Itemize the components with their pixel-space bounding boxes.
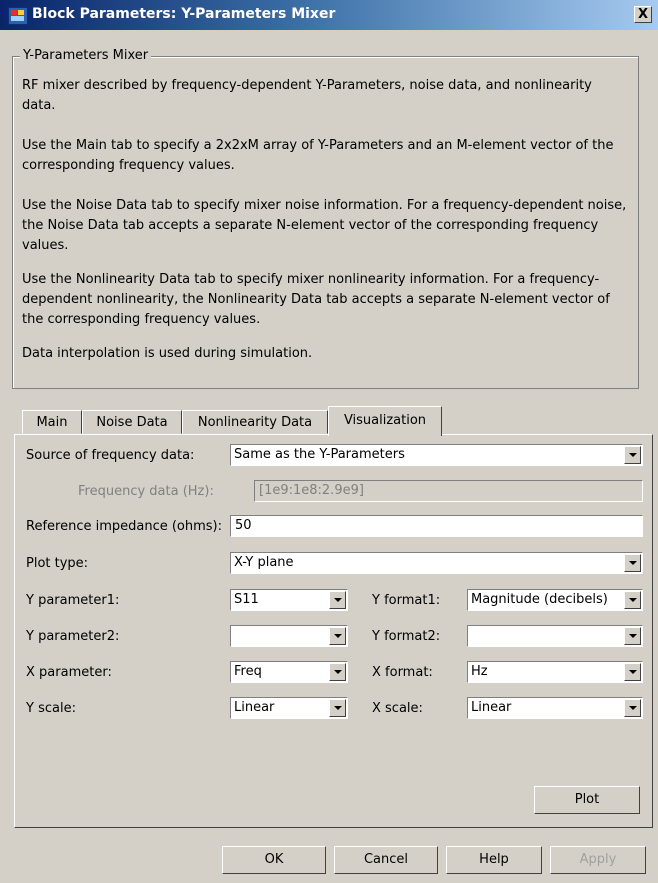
description-paragraph-5: Data interpolation is used during simula…	[22, 344, 632, 364]
x-parameter-select[interactable]: Freq	[230, 661, 348, 683]
simulink-block-icon	[8, 7, 28, 25]
desc-line: RF mixer described by frequency-dependen…	[22, 78, 592, 93]
description-paragraph-1: RF mixer described by frequency-dependen…	[22, 76, 632, 116]
x-scale-label: X scale:	[372, 701, 423, 716]
y-format2-select[interactable]	[467, 625, 643, 647]
y-parameter2-select[interactable]	[230, 625, 348, 647]
desc-line: dependent nonlinearity, the Nonlinearity…	[22, 292, 610, 307]
reference-impedance-field[interactable]: 50	[230, 515, 643, 537]
x-format-label: X format:	[372, 665, 433, 680]
x-format-select[interactable]: Hz	[467, 661, 643, 683]
window-title: Block Parameters: Y-Parameters Mixer	[32, 6, 336, 22]
desc-line: data.	[22, 98, 56, 113]
y-scale-label: Y scale:	[26, 701, 76, 716]
x-parameter-label: X parameter:	[26, 665, 112, 680]
y-format1-label: Y format1:	[372, 593, 441, 608]
desc-line: Use the Noise Data tab to specify mixer …	[22, 198, 627, 213]
tab-main[interactable]: Main	[22, 410, 82, 434]
chevron-down-icon[interactable]	[329, 627, 346, 645]
y-parameter2-label: Y parameter2:	[26, 629, 120, 644]
chevron-down-icon[interactable]	[329, 591, 346, 609]
description-paragraph-3: Use the Noise Data tab to specify mixer …	[22, 196, 632, 256]
source-frequency-label: Source of frequency data:	[26, 448, 195, 463]
tab-noise-data[interactable]: Noise Data	[82, 410, 182, 434]
source-frequency-select[interactable]: Same as the Y-Parameters	[230, 444, 643, 466]
desc-line: Data interpolation is used during simula…	[22, 346, 313, 361]
desc-line: the corresponding frequency values.	[22, 312, 261, 327]
frequency-data-value: [1e9:1e8:2.9e9]	[259, 483, 364, 498]
y-scale-select[interactable]: Linear	[230, 697, 348, 719]
x-scale-select[interactable]: Linear	[467, 697, 643, 719]
desc-line: corresponding frequency values.	[22, 158, 235, 173]
y-parameter1-value: S11	[234, 592, 259, 607]
description-paragraph-4: Use the Nonlinearity Data tab to specify…	[22, 270, 632, 330]
chevron-down-icon[interactable]	[624, 554, 641, 572]
x-scale-value: Linear	[471, 700, 512, 715]
y-parameter1-label: Y parameter1:	[26, 593, 120, 608]
help-button[interactable]: Help	[446, 846, 542, 874]
y-format2-label: Y format2:	[372, 629, 441, 644]
desc-line: the Noise Data tab accepts a separate N-…	[22, 218, 599, 233]
source-frequency-value: Same as the Y-Parameters	[234, 447, 405, 462]
x-format-value: Hz	[471, 664, 488, 679]
desc-line: Use the Nonlinearity Data tab to specify…	[22, 272, 600, 287]
y-scale-value: Linear	[234, 700, 275, 715]
chevron-down-icon[interactable]	[329, 663, 346, 681]
desc-line: values.	[22, 238, 69, 253]
chevron-down-icon[interactable]	[624, 627, 641, 645]
reference-impedance-label: Reference impedance (ohms):	[26, 519, 223, 534]
desc-line: Use the Main tab to specify a 2x2xM arra…	[22, 138, 614, 153]
plot-button[interactable]: Plot	[534, 786, 640, 814]
chevron-down-icon[interactable]	[624, 663, 641, 681]
frequency-data-field: [1e9:1e8:2.9e9]	[254, 480, 643, 502]
cancel-button[interactable]: Cancel	[334, 846, 438, 874]
plot-type-select[interactable]: X-Y plane	[230, 552, 643, 574]
apply-button: Apply	[550, 846, 646, 874]
chevron-down-icon[interactable]	[329, 699, 346, 717]
chevron-down-icon[interactable]	[624, 591, 641, 609]
title-bar: Block Parameters: Y-Parameters Mixer X	[0, 0, 658, 30]
description-paragraph-2: Use the Main tab to specify a 2x2xM arra…	[22, 136, 632, 176]
plot-type-label: Plot type:	[26, 556, 89, 571]
close-button[interactable]: X	[634, 6, 652, 23]
frequency-data-label: Frequency data (Hz):	[78, 484, 214, 499]
x-parameter-value: Freq	[234, 664, 262, 679]
tab-nonlinearity-data[interactable]: Nonlinearity Data	[182, 410, 328, 434]
y-format1-select[interactable]: Magnitude (decibels)	[467, 589, 643, 611]
y-parameter1-select[interactable]: S11	[230, 589, 348, 611]
chevron-down-icon[interactable]	[624, 699, 641, 717]
groupbox-title: Y-Parameters Mixer	[20, 48, 152, 63]
ok-button[interactable]: OK	[222, 846, 326, 874]
chevron-down-icon[interactable]	[624, 446, 641, 464]
plot-type-value: X-Y plane	[234, 555, 294, 570]
tab-visualization[interactable]: Visualization	[328, 406, 442, 436]
reference-impedance-value: 50	[235, 518, 252, 533]
y-format1-value: Magnitude (decibels)	[471, 592, 608, 607]
